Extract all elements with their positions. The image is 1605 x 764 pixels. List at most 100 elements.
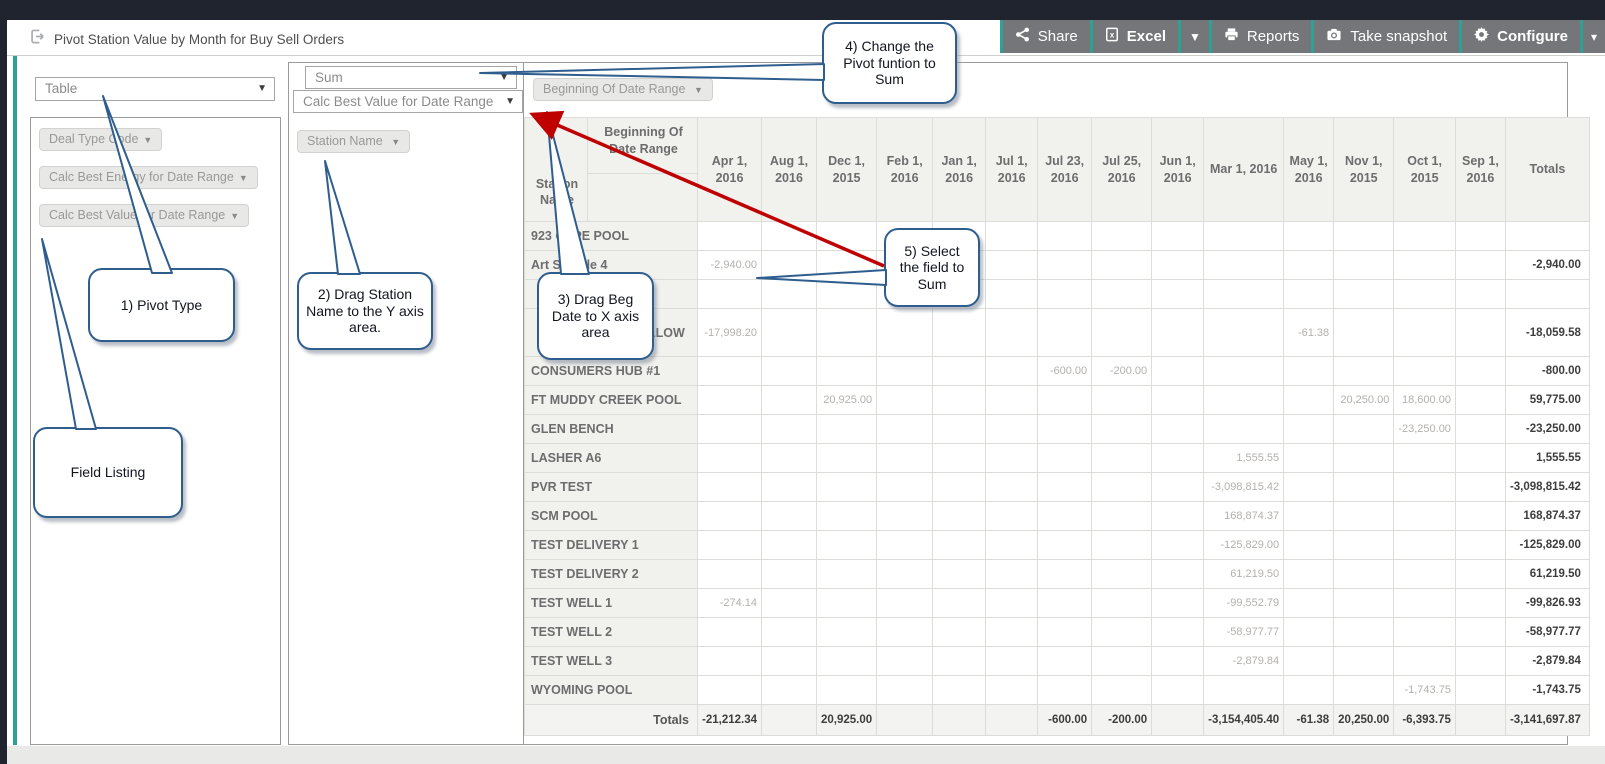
toolbar-overflow-button[interactable]: ▾ — [1583, 20, 1605, 53]
cell — [1394, 647, 1456, 676]
column-header[interactable]: Jul 23, 2016 — [1038, 118, 1092, 222]
cell — [1334, 502, 1394, 531]
row-label: LASHER A6 — [525, 444, 698, 473]
row-total-cell: 59,775.00 — [1505, 386, 1589, 415]
y-axis-field-label: Station Name — [307, 134, 383, 148]
pivot-function-select[interactable]: Sum ▼ — [305, 66, 517, 89]
cell — [1394, 531, 1456, 560]
cell — [1092, 222, 1152, 251]
cell — [986, 676, 1038, 705]
cell — [1334, 280, 1394, 309]
column-header[interactable]: Dec 1, 2015 — [817, 118, 877, 222]
column-header[interactable]: Jul 1, 2016 — [986, 118, 1038, 222]
row-label: TEST DELIVERY 2 — [525, 560, 698, 589]
cell — [1394, 251, 1456, 280]
cell — [817, 251, 877, 280]
take-snapshot-button[interactable]: Take snapshot — [1314, 20, 1459, 53]
cell — [1152, 676, 1204, 705]
cell — [698, 618, 762, 647]
field-chip[interactable]: Calc Best Value for Date Range▼ — [39, 204, 249, 227]
row-label: CONSUMERS HUB #1 — [525, 357, 698, 386]
totals-row-label: Totals — [525, 705, 698, 736]
field-chip[interactable]: Calc Best Energy for Date Range▼ — [39, 166, 258, 189]
cell: 168,874.37 — [1204, 502, 1284, 531]
cell — [762, 560, 817, 589]
cell — [1455, 386, 1505, 415]
column-header[interactable]: Sep 1, 2016 — [1455, 118, 1505, 222]
field-chip-label: Deal Type Code — [49, 132, 138, 146]
cell — [933, 647, 986, 676]
cell — [817, 589, 877, 618]
cell — [933, 386, 986, 415]
column-header[interactable]: Jan 1, 2016 — [933, 118, 986, 222]
cell — [986, 502, 1038, 531]
cell — [877, 531, 933, 560]
cell — [1204, 280, 1284, 309]
configure-button[interactable]: Configure — [1462, 20, 1580, 53]
cell: -2,879.84 — [1204, 647, 1284, 676]
cell — [698, 560, 762, 589]
cell: -125,829.00 — [1204, 531, 1284, 560]
column-header[interactable]: Apr 1, 2016 — [698, 118, 762, 222]
print-icon — [1224, 27, 1239, 46]
excel-button[interactable]: xExcel — [1093, 20, 1178, 53]
sum-field-value: Calc Best Value for Date Range — [303, 94, 493, 109]
totals-cell: -200.00 — [1092, 705, 1152, 736]
row-total-cell: -3,098,815.42 — [1505, 473, 1589, 502]
cell — [877, 589, 933, 618]
row-total-cell: -99,826.93 — [1505, 589, 1589, 618]
column-header[interactable]: Aug 1, 2016 — [762, 118, 817, 222]
column-header[interactable]: Oct 1, 2015 — [1394, 118, 1456, 222]
column-header[interactable]: Jun 1, 2016 — [1152, 118, 1204, 222]
cell — [1152, 309, 1204, 357]
callout-text: 1) Pivot Type — [121, 297, 202, 314]
cell — [698, 415, 762, 444]
column-header[interactable]: Nov 1, 2015 — [1334, 118, 1394, 222]
column-header[interactable]: Mar 1, 2016 — [1204, 118, 1284, 222]
cell — [762, 676, 817, 705]
excel-dropdown-button[interactable]: ▼ — [1181, 20, 1209, 53]
column-header[interactable]: Totals — [1505, 118, 1589, 222]
y-axis-field-chip[interactable]: Station Name ▼ — [297, 130, 410, 153]
totals-row: Totals-21,212.3420,925.00-600.00-200.00-… — [525, 705, 1590, 736]
totals-cell — [762, 705, 817, 736]
share-button[interactable]: Share — [1003, 20, 1090, 53]
cell — [1394, 560, 1456, 589]
chevron-down-icon: ▼ — [1189, 30, 1201, 44]
cell — [1455, 444, 1505, 473]
column-header[interactable]: May 1, 2016 — [1284, 118, 1334, 222]
cell — [698, 531, 762, 560]
totals-cell: 20,250.00 — [1334, 705, 1394, 736]
cell — [698, 280, 762, 309]
row-total-cell: -125,829.00 — [1505, 531, 1589, 560]
sum-field-select[interactable]: Calc Best Value for Date Range ▼ — [293, 90, 523, 113]
cell — [1455, 473, 1505, 502]
gear-icon — [1474, 27, 1489, 46]
table-row: Art Sample 4-2,940.00-2,940.00 — [525, 251, 1590, 280]
cell — [1038, 618, 1092, 647]
cell — [877, 618, 933, 647]
cell — [1152, 444, 1204, 473]
pivot-type-select[interactable]: Table ▼ — [35, 77, 275, 101]
reports-button[interactable]: Reports — [1212, 20, 1312, 53]
cell: 18,600.00 — [1394, 386, 1456, 415]
column-header[interactable]: Feb 1, 2016 — [877, 118, 933, 222]
cell — [817, 502, 877, 531]
table-row: TEST WELL 1-274.14-99,552.79-99,826.93 — [525, 589, 1590, 618]
cell — [1092, 502, 1152, 531]
cell — [986, 386, 1038, 415]
column-header[interactable]: Jul 25, 2016 — [1092, 118, 1152, 222]
field-chip[interactable]: Deal Type Code▼ — [39, 128, 162, 151]
totals-cell: 20,925.00 — [817, 705, 877, 736]
chevron-down-icon: ▼ — [499, 67, 509, 89]
row-label: TEST WELL 1 — [525, 589, 698, 618]
row-total-cell: -18,059.58 — [1505, 309, 1589, 357]
cell: -1,743.75 — [1394, 676, 1456, 705]
x-axis-field-chip[interactable]: Beginning Of Date Range ▼ — [533, 78, 713, 101]
cell — [762, 473, 817, 502]
totals-cell: -6,393.75 — [1394, 705, 1456, 736]
callout-change-function: 4) Change the Pivot funtion to Sum — [822, 22, 957, 104]
cell: -17,998.20 — [698, 309, 762, 357]
cell — [1152, 589, 1204, 618]
cell — [877, 502, 933, 531]
